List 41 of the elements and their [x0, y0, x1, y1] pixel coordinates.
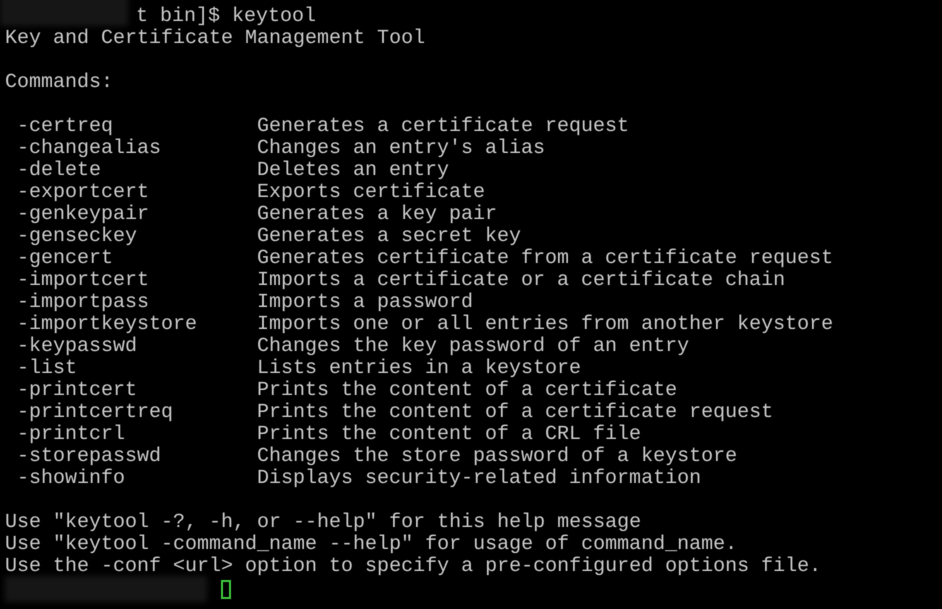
command-description: Generates certificate from a certificate request [257, 248, 834, 270]
command-description: Imports one or all entries from another keystore [257, 314, 834, 336]
command-name: -printcertreq [17, 402, 174, 424]
command-description: Exports certificate [257, 182, 486, 204]
command-name: -exportcert [17, 182, 150, 204]
command-description: Generates a key pair [257, 204, 498, 226]
help-text: Use "keytool -?, -h, or --help" for this help message [5, 512, 642, 534]
command-name: -importpass [17, 292, 150, 314]
command-description: Imports a certificate or a certificate chain [257, 270, 786, 292]
command-description: Generates a certificate request [257, 116, 630, 138]
command-name: -certreq [17, 116, 114, 138]
commands-heading: Commands: [5, 72, 114, 94]
command-name: -keypasswd [17, 336, 138, 358]
help-text: Use the -conf <url> option to specify a pre-configured options file. [5, 556, 822, 578]
command-name: -gencert [17, 248, 114, 270]
command-description: Imports a password [257, 292, 474, 314]
command-description: Changes the key password of an entry [257, 336, 690, 358]
command-description: Changes the store password of a keystore [257, 446, 738, 468]
help-text: Use "keytool -command_name --help" for usage of command_name. [5, 534, 738, 556]
command-name: -printcrl [17, 424, 126, 446]
command-name: -delete [17, 160, 102, 182]
command-description: Prints the content of a certificate [257, 380, 678, 402]
command-name: -printcert [17, 380, 138, 402]
cursor [221, 580, 231, 598]
command-description: Displays security-related information [257, 468, 702, 490]
tool-title: Key and Certificate Management Tool [5, 28, 426, 50]
command-description: Generates a secret key [257, 226, 522, 248]
prompt-command: t bin]$ keytool [136, 6, 316, 28]
command-name: -changealias [17, 138, 162, 160]
command-name: -importkeystore [17, 314, 198, 336]
command-name: -showinfo [17, 468, 126, 490]
command-description: Changes an entry's alias [257, 138, 546, 160]
command-description: Lists entries in a keystore [257, 358, 582, 380]
command-name: -genkeypair [17, 204, 150, 226]
command-name: -importcert [17, 270, 150, 292]
command-name: -genseckey [17, 226, 138, 248]
command-name: -storepasswd [17, 446, 162, 468]
command-description: Prints the content of a certificate request [257, 402, 774, 424]
command-description: Prints the content of a CRL file [257, 424, 642, 446]
command-name: -list [17, 358, 78, 380]
command-description: Deletes an entry [257, 160, 450, 182]
